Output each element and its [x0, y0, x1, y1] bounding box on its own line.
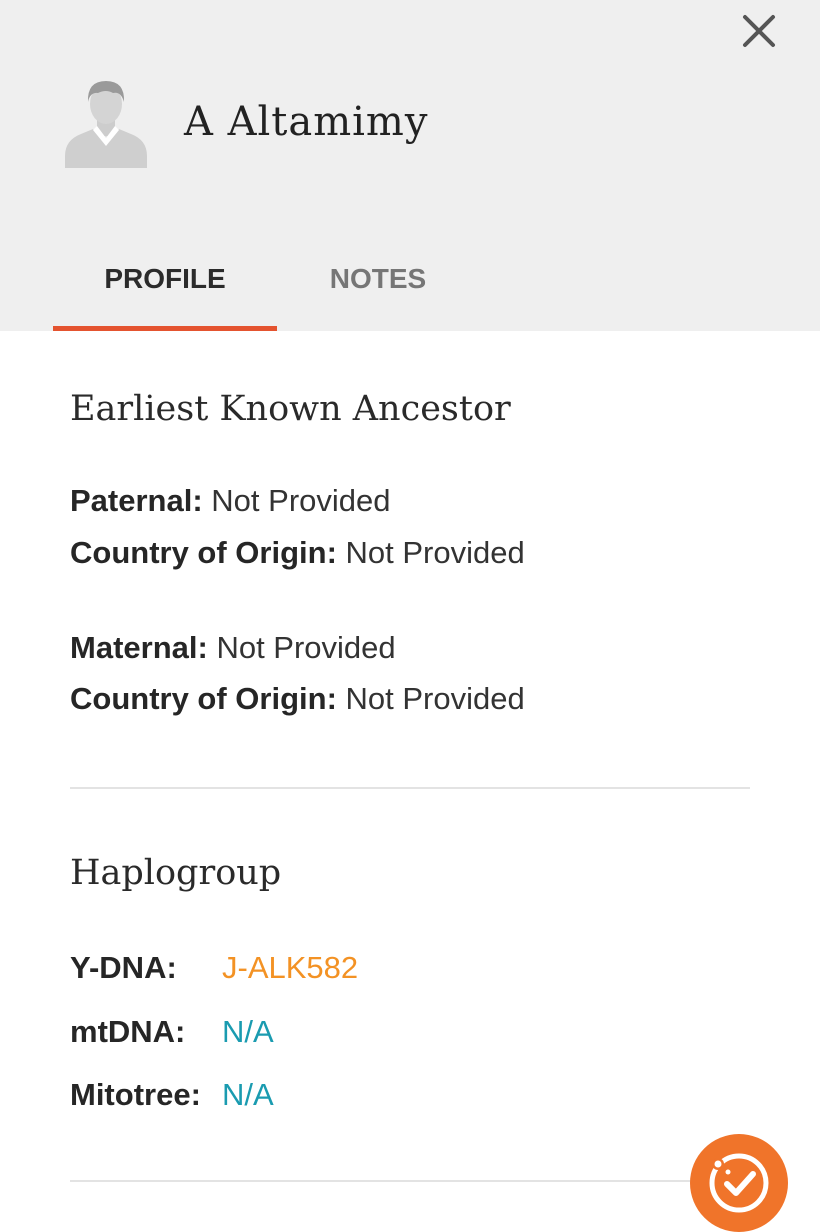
paternal-country-row: Country of Origin: Not Provided	[70, 533, 525, 573]
section-divider	[70, 787, 750, 789]
tab-notes[interactable]: NOTES	[312, 258, 444, 331]
maternal-row: Maternal: Not Provided	[70, 628, 396, 668]
ydna-label: Y-DNA:	[70, 950, 177, 985]
profile-header: A Altamimy PROFILE NOTES	[0, 0, 820, 331]
paternal-value: Not Provided	[211, 483, 391, 518]
ydna-value-link[interactable]: J-ALK582	[222, 948, 358, 988]
active-tab-indicator	[53, 326, 277, 331]
mtdna-value-link[interactable]: N/A	[222, 1012, 274, 1052]
paternal-country-label: Country of Origin:	[70, 535, 337, 570]
maternal-country-value: Not Provided	[345, 681, 525, 716]
close-button[interactable]	[736, 10, 780, 54]
mitotree-value-link[interactable]: N/A	[222, 1075, 274, 1115]
maternal-label: Maternal:	[70, 630, 208, 665]
maternal-value: Not Provided	[216, 630, 396, 665]
tab-notes-label: NOTES	[329, 263, 427, 294]
close-icon	[743, 15, 775, 47]
profile-name: A Altamimy	[184, 99, 429, 145]
person-silhouette-icon	[65, 81, 147, 168]
paternal-country-value: Not Provided	[345, 535, 525, 570]
ancestor-section-title: Earliest Known Ancestor	[70, 389, 511, 429]
haplogroup-section-title: Haplogroup	[70, 853, 282, 893]
mitotree-label: Mitotree:	[70, 1077, 201, 1112]
dna-action-button[interactable]	[690, 1134, 788, 1232]
maternal-country-label: Country of Origin:	[70, 681, 337, 716]
paternal-label: Paternal:	[70, 483, 203, 518]
maternal-country-row: Country of Origin: Not Provided	[70, 679, 525, 719]
tab-profile[interactable]: PROFILE	[53, 258, 277, 331]
mtdna-label: mtDNA:	[70, 1014, 186, 1049]
paternal-row: Paternal: Not Provided	[70, 481, 391, 521]
bottom-divider	[70, 1180, 750, 1182]
avatar	[63, 76, 149, 168]
dna-check-icon	[709, 1153, 769, 1213]
tab-profile-label: PROFILE	[104, 263, 226, 294]
